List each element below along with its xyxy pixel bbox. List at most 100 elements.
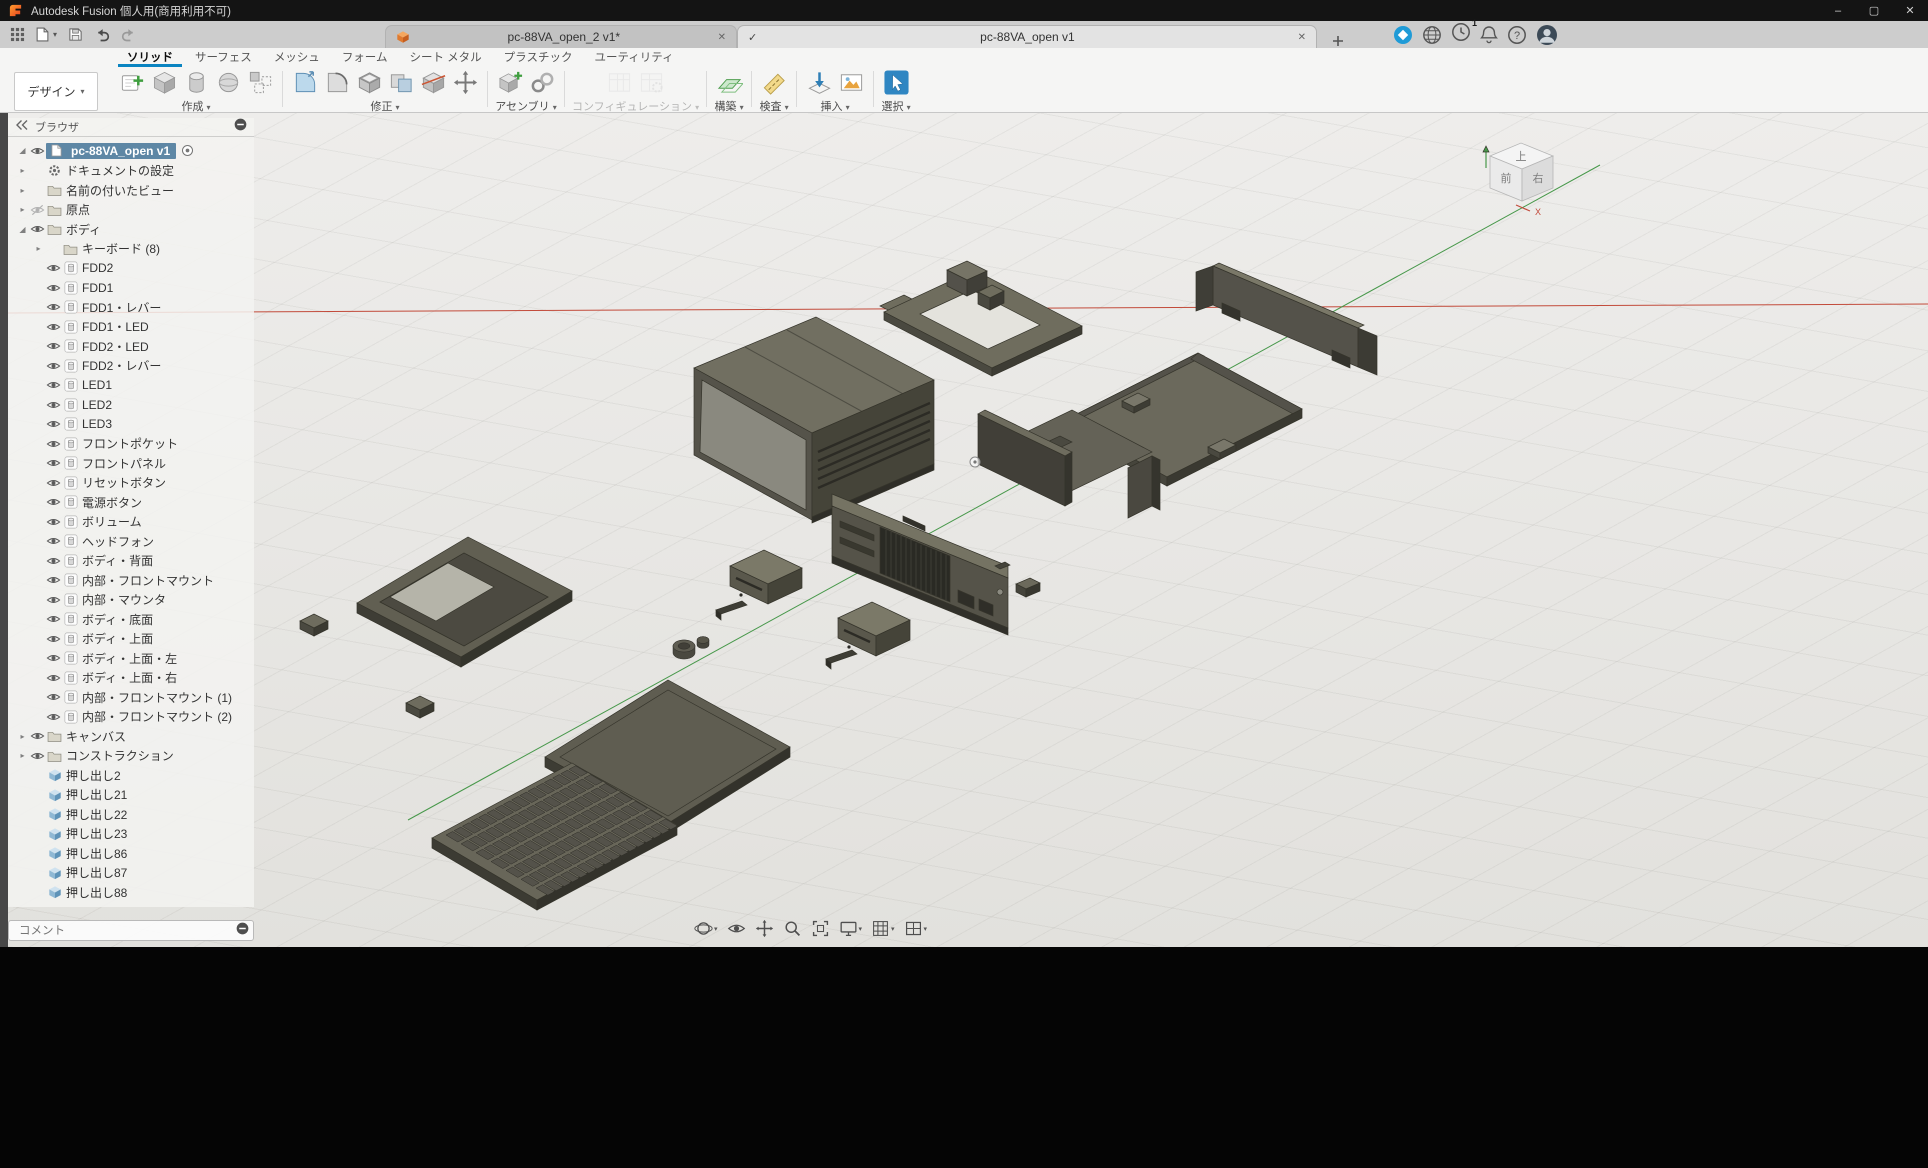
nav-zoom-icon[interactable]: [782, 918, 803, 939]
ribbon-tab-2[interactable]: メッシュ: [265, 47, 329, 67]
browser-item-body-bottom[interactable]: ボディ・底面: [8, 610, 254, 630]
undo-icon[interactable]: [94, 27, 110, 42]
browser-item-document-settings[interactable]: ▸ドキュメントの設定: [8, 161, 254, 181]
browser-item-construction[interactable]: ▸コンストラクション: [8, 746, 254, 766]
browser-item-extrude-87[interactable]: 押し出し87: [8, 863, 254, 883]
document-tab-active[interactable]: ✓ pc-88VA_open v1 ✕: [737, 25, 1317, 48]
ribbon-group-label[interactable]: コンフィギュレーション ▾: [572, 98, 699, 114]
eye-icon[interactable]: [45, 496, 62, 508]
nav-display-settings-icon[interactable]: ▾: [838, 918, 864, 939]
eye-icon[interactable]: [29, 223, 46, 235]
browser-item-extrude-23[interactable]: 押し出し23: [8, 824, 254, 844]
ribbon-tab-4[interactable]: シート メタル: [400, 47, 490, 67]
minimize-button[interactable]: –: [1820, 0, 1856, 21]
browser-item-origin[interactable]: ▸原点: [8, 200, 254, 220]
tool-create-pattern[interactable]: [245, 67, 275, 97]
part-internal-mount-bracket[interactable]: [880, 261, 1082, 376]
browser-item-led3[interactable]: LED3: [8, 415, 254, 435]
view-cube[interactable]: 上 前 右 X: [1483, 143, 1553, 217]
browser-item-power-button[interactable]: 電源ボタン: [8, 493, 254, 513]
comment-options-icon[interactable]: [236, 922, 249, 940]
part-small-plates[interactable]: [903, 516, 929, 551]
avatar[interactable]: [1536, 24, 1558, 46]
close-button[interactable]: ✕: [1892, 0, 1928, 21]
browser-item-body-top-left[interactable]: ボディ・上面・左: [8, 649, 254, 669]
tool-insert-canvas[interactable]: [836, 67, 866, 97]
browser-item-bodies[interactable]: ◢ボディ: [8, 220, 254, 240]
eye-icon[interactable]: [45, 633, 62, 645]
viewcube-top-label[interactable]: 上: [1516, 150, 1527, 163]
eye-icon[interactable]: [45, 711, 62, 723]
file-menu-icon[interactable]: [36, 27, 49, 42]
ribbon-tab-0[interactable]: ソリッド: [118, 47, 182, 67]
browser-item-volume[interactable]: ボリューム: [8, 512, 254, 532]
part-chip-2[interactable]: [406, 696, 434, 718]
expand-arrow-icon[interactable]: ▸: [32, 244, 45, 253]
root-selection[interactable]: pc-88VA_open v1: [46, 143, 176, 159]
part-fdd2[interactable]: [838, 602, 910, 656]
help-icon[interactable]: ?: [1507, 25, 1527, 45]
eye-icon[interactable]: [45, 438, 62, 450]
ribbon-tab-3[interactable]: フォーム: [333, 47, 397, 67]
ribbon-group-label[interactable]: 修正 ▾: [370, 98, 399, 114]
ribbon-tab-5[interactable]: プラスチック: [495, 47, 582, 67]
ribbon-tab-6[interactable]: ユーティリティ: [585, 47, 682, 67]
activate-component-radio[interactable]: [181, 144, 194, 157]
browser-item-body-top[interactable]: ボディ・上面: [8, 629, 254, 649]
nav-viewports-icon[interactable]: ▾: [903, 918, 929, 939]
tool-create-sphere[interactable]: [213, 67, 243, 97]
browser-item-inner-mounter[interactable]: 内部・マウンタ: [8, 590, 254, 610]
part-volume-knob[interactable]: [673, 640, 695, 659]
viewport[interactable]: 上 前 右 X: [8, 112, 1928, 947]
browser-item-led2[interactable]: LED2: [8, 395, 254, 415]
browser-item-body-top-right[interactable]: ボディ・上面・右: [8, 668, 254, 688]
browser-item-inner-front-mount-1[interactable]: 内部・フロントマウント (1): [8, 688, 254, 708]
comment-input[interactable]: [17, 924, 236, 938]
browser-item-fdd1[interactable]: FDD1: [8, 278, 254, 298]
browser-item-extrude-2[interactable]: 押し出し2: [8, 766, 254, 786]
file-menu-caret-icon[interactable]: ▾: [53, 30, 57, 39]
part-chip-1[interactable]: [300, 614, 328, 636]
browser-item-fdd1-lever[interactable]: FDD1・レバー: [8, 298, 254, 318]
browser-item-inner-front-mount-2[interactable]: 内部・フロントマウント (2): [8, 707, 254, 727]
part-case-cover[interactable]: [694, 317, 934, 523]
expand-arrow-icon[interactable]: ▸: [16, 166, 29, 175]
browser-item-canvases[interactable]: ▸キャンバス: [8, 727, 254, 747]
eye-icon[interactable]: [45, 282, 62, 294]
tool-create-box[interactable]: [149, 67, 179, 97]
part-internal-chassis[interactable]: [978, 410, 1160, 518]
part-keyboard-plate[interactable]: [545, 680, 790, 834]
nav-look-at-icon[interactable]: [726, 918, 747, 939]
eye-icon[interactable]: [29, 730, 46, 742]
browser-item-led1[interactable]: LED1: [8, 376, 254, 396]
part-front-panel[interactable]: [832, 494, 1008, 635]
tool-new-component[interactable]: [495, 67, 525, 97]
app-grid-icon[interactable]: [10, 27, 25, 42]
eye-icon[interactable]: [45, 594, 62, 606]
eye-icon[interactable]: [45, 340, 62, 352]
browser-item-fdd2-led[interactable]: FDD2・LED: [8, 337, 254, 357]
eye-icon[interactable]: [45, 535, 62, 547]
expand-arrow-icon[interactable]: ▸: [16, 205, 29, 214]
eye-icon[interactable]: [45, 301, 62, 313]
eye-icon[interactable]: [45, 477, 62, 489]
eye-icon[interactable]: [45, 652, 62, 664]
expand-arrow-icon[interactable]: ◢: [16, 225, 29, 234]
eye-icon[interactable]: [45, 457, 62, 469]
expand-arrow-icon[interactable]: ▸: [16, 186, 29, 195]
part-small-bracket[interactable]: [995, 562, 1040, 597]
eye-icon[interactable]: [45, 360, 62, 372]
part-bottom-tray[interactable]: [1063, 353, 1302, 486]
tool-select[interactable]: [881, 67, 911, 97]
eye-icon[interactable]: [45, 418, 62, 430]
browser-item-extrude-22[interactable]: 押し出し22: [8, 805, 254, 825]
extensions-icon[interactable]: [1393, 25, 1413, 45]
nav-fit-icon[interactable]: [810, 918, 831, 939]
online-status-icon[interactable]: [1422, 25, 1442, 45]
ribbon-tab-1[interactable]: サーフェス: [186, 47, 261, 67]
browser-root-row[interactable]: ◢ pc-88VA_open v1: [8, 140, 254, 161]
eye-icon[interactable]: [45, 555, 62, 567]
eye-icon[interactable]: [45, 672, 62, 684]
browser-item-body-back[interactable]: ボディ・背面: [8, 551, 254, 571]
part-fdd1-lever[interactable]: [716, 601, 747, 620]
